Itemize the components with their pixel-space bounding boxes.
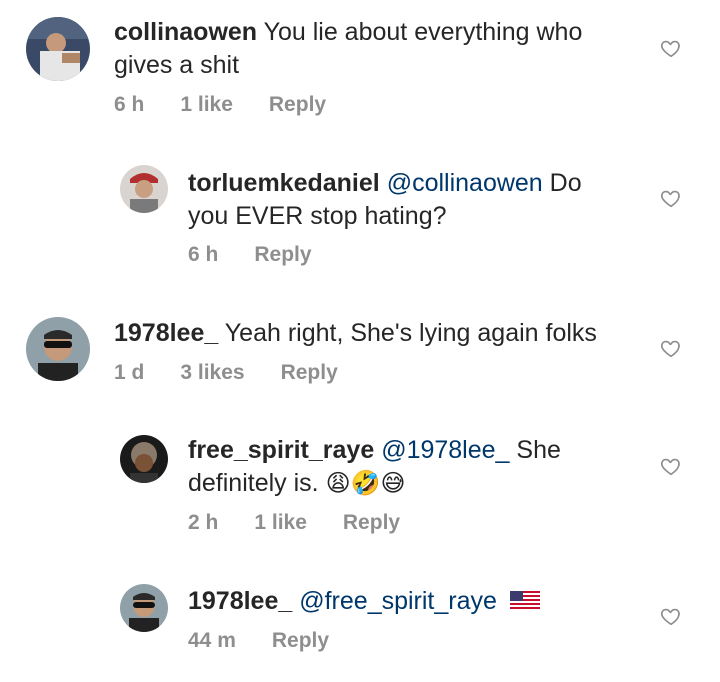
comment-text: collinaowen You lie about everything who… <box>114 16 582 82</box>
username[interactable]: free_spirit_raye <box>188 436 374 464</box>
timestamp: 6 h <box>114 93 145 116</box>
timestamp: 44 m <box>188 629 236 652</box>
heart-icon[interactable] <box>660 37 682 59</box>
heart-icon[interactable] <box>660 605 682 627</box>
avatar[interactable] <box>120 435 168 483</box>
mention-link[interactable]: @1978lee_ <box>381 436 509 464</box>
comment-meta: 2 h 1 like Reply <box>188 511 400 535</box>
comment-meta: 1 d 3 likes Reply <box>114 361 338 385</box>
comment-line-2: gives a shit <box>114 51 240 79</box>
comment-text: 1978lee_ @free_spirit_raye <box>188 585 540 618</box>
comment-text: free_spirit_raye @1978lee_ She definitel… <box>188 434 561 500</box>
reply-button[interactable]: Reply <box>343 511 400 535</box>
username[interactable]: torluemkedaniel <box>188 169 380 197</box>
timestamp: 6 h <box>188 243 219 266</box>
comment-meta: 6 h Reply <box>188 243 312 267</box>
likes-count[interactable]: 1 like <box>180 93 233 117</box>
comment-line-1: She <box>516 436 561 464</box>
avatar[interactable] <box>26 17 90 81</box>
comment-line-2: definitely is. <box>188 469 319 497</box>
avatar[interactable] <box>120 584 168 632</box>
comment-meta: 6 h 1 like Reply <box>114 93 326 117</box>
reply-button[interactable]: Reply <box>281 361 338 385</box>
reply-button[interactable]: Reply <box>272 629 329 653</box>
comment-text: torluemkedaniel @collinaowen Do you EVER… <box>188 167 582 233</box>
comment-line-1: Do <box>549 169 582 197</box>
comment-line-2: you EVER stop hating? <box>188 202 447 230</box>
avatar[interactable] <box>26 317 90 381</box>
timestamp: 1 d <box>114 361 145 384</box>
emoji-group: 😩🤣😅 <box>325 469 406 497</box>
avatar[interactable] <box>120 165 168 213</box>
mention-link[interactable]: @free_spirit_raye <box>299 587 497 615</box>
username[interactable]: 1978lee_ <box>114 319 218 347</box>
reply-button[interactable]: Reply <box>254 243 311 267</box>
timestamp: 2 h <box>188 511 219 534</box>
username[interactable]: 1978lee_ <box>188 587 292 615</box>
reply-button[interactable]: Reply <box>269 93 326 117</box>
mention-link[interactable]: @collinaowen <box>387 169 543 197</box>
comment-line-1: Yeah right, She's lying again folks <box>224 319 597 347</box>
likes-count[interactable]: 1 like <box>254 511 307 535</box>
username[interactable]: collinaowen <box>114 18 257 46</box>
heart-icon[interactable] <box>660 337 682 359</box>
comment-meta: 44 m Reply <box>188 629 329 653</box>
comment-text: 1978lee_ Yeah right, She's lying again f… <box>114 317 597 350</box>
comment-line-1: You lie about everything who <box>263 18 583 46</box>
likes-count[interactable]: 3 likes <box>180 361 244 385</box>
heart-icon[interactable] <box>660 187 682 209</box>
heart-icon[interactable] <box>660 455 682 477</box>
us-flag-icon <box>509 587 540 611</box>
